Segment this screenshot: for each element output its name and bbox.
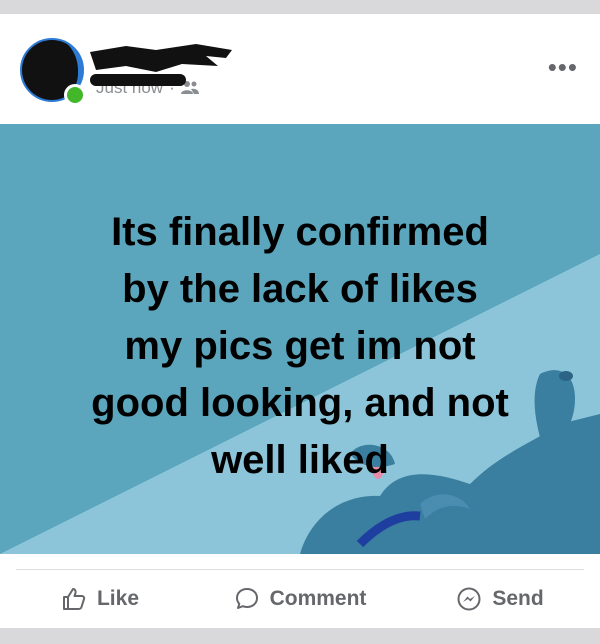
thumbs-up-icon: [62, 588, 86, 610]
more-horizontal-icon: •••: [547, 52, 578, 82]
comment-label: Comment: [269, 587, 367, 610]
post-text-line: well liked: [211, 438, 389, 482]
post-meta: Just now ·: [90, 74, 199, 98]
timestamp-wrap: Just now: [90, 74, 186, 98]
text-background-post[interactable]: Its finally confirmed by the lack of lik…: [0, 124, 600, 554]
send-label: Send: [492, 587, 544, 610]
avatar[interactable]: [20, 38, 86, 106]
post-text: Its finally confirmed by the lack of lik…: [30, 204, 570, 489]
post-text-line: Its finally confirmed: [111, 210, 489, 254]
post-header: Just now · •••: [0, 14, 600, 122]
author-name-redacted[interactable]: [86, 42, 236, 76]
post-card: Just now · ••• Its finally confirmed by …: [0, 14, 600, 628]
like-button[interactable]: Like: [0, 586, 200, 612]
like-label: Like: [96, 587, 140, 610]
post-text-line: my pics get im not: [124, 324, 476, 368]
comment-button[interactable]: Comment: [200, 586, 400, 612]
timestamp-redaction: [90, 74, 186, 86]
post-text-line: by the lack of likes: [122, 267, 478, 311]
post-text-line: good looking, and not: [91, 381, 509, 425]
send-button[interactable]: Send: [400, 586, 600, 612]
comment-icon: [235, 588, 258, 609]
post-actions: Like Comment Send: [0, 570, 600, 628]
online-status-dot: [64, 84, 86, 106]
more-options-button[interactable]: •••: [548, 54, 578, 80]
messenger-icon: [457, 587, 481, 611]
